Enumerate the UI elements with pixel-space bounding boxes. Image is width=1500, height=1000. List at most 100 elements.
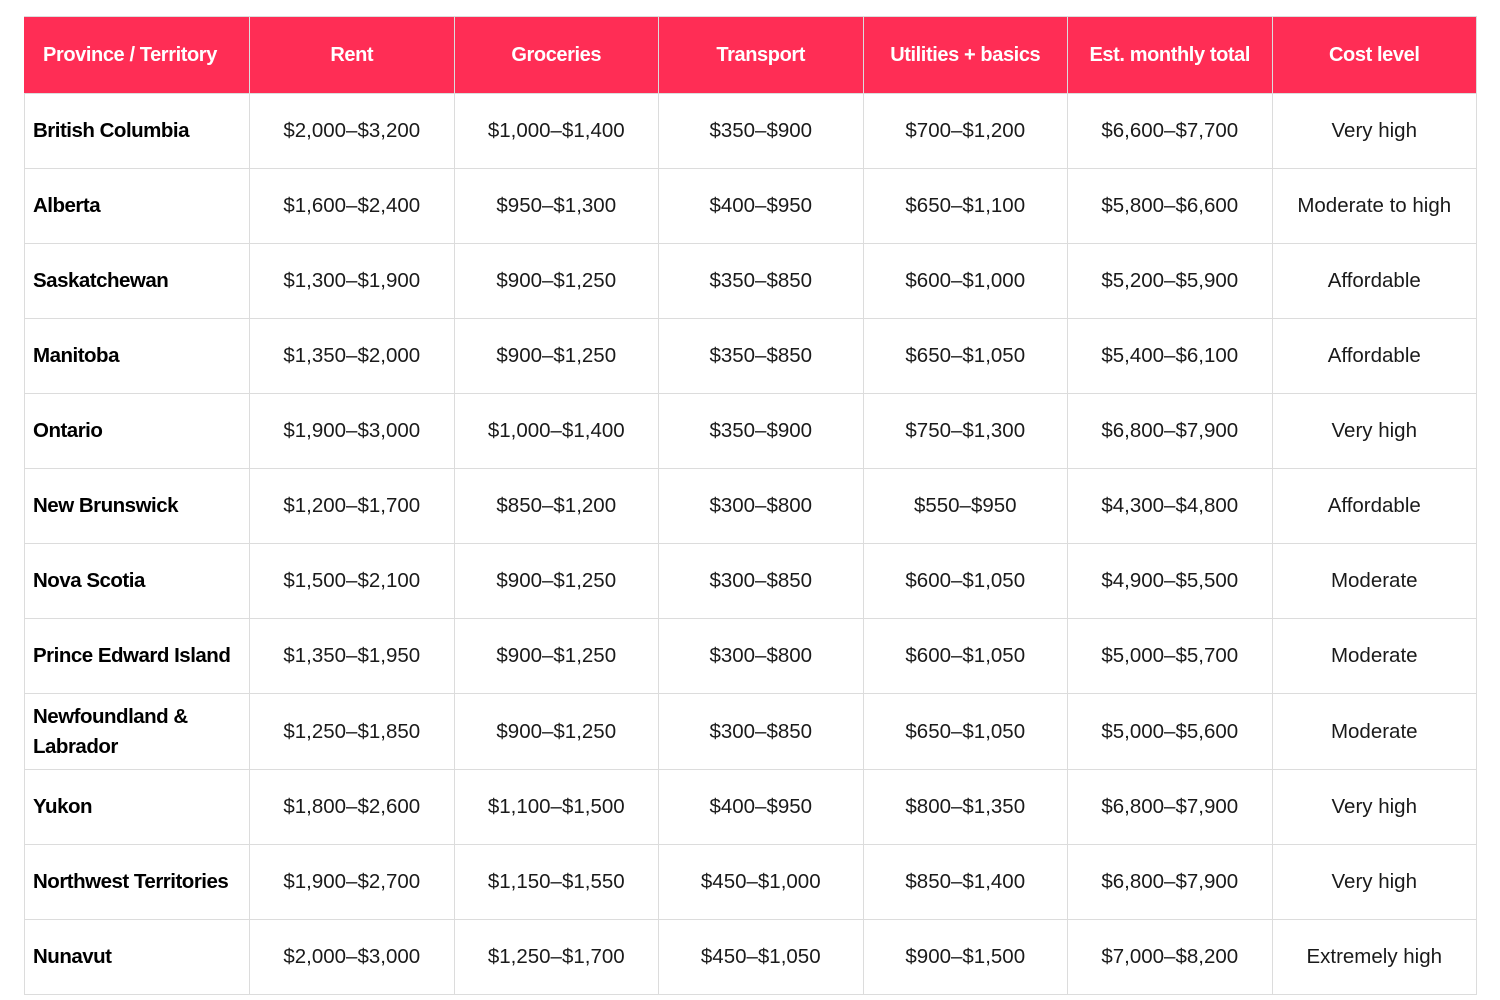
utilities-cell: $600–$1,000	[862, 243, 1068, 319]
table-row: British Columbia $2,000–$3,200 $1,000–$1,4…	[24, 93, 1477, 169]
cost-of-living-table-container: Province / Territory Rent Groceries Tran…	[24, 16, 1477, 995]
cost-level-cell: Very high	[1271, 393, 1477, 469]
groceries-cell: $1,000–$1,400	[453, 393, 659, 469]
utilities-cell: $900–$1,500	[862, 919, 1068, 995]
province-cell: Prince Edward Island	[24, 618, 250, 694]
groceries-cell: $1,150–$1,550	[453, 844, 659, 920]
rent-cell: $2,000–$3,000	[249, 919, 455, 995]
cost-level-cell: Moderate	[1271, 693, 1477, 770]
transport-cell: $350–$900	[658, 93, 864, 169]
utilities-cell: $550–$950	[862, 468, 1068, 544]
groceries-cell: $900–$1,250	[453, 618, 659, 694]
transport-cell: $300–$800	[658, 618, 864, 694]
utilities-cell: $700–$1,200	[862, 93, 1068, 169]
cost-level-cell: Moderate to high	[1271, 168, 1477, 244]
monthly-total-cell: $5,200–$5,900	[1067, 243, 1273, 319]
province-cell: Nova Scotia	[24, 543, 250, 619]
monthly-total-cell: $4,300–$4,800	[1067, 468, 1273, 544]
transport-cell: $300–$800	[658, 468, 864, 544]
transport-cell: $300–$850	[658, 693, 864, 770]
cost-of-living-table: Province / Territory Rent Groceries Tran…	[24, 16, 1477, 995]
rent-cell: $1,500–$2,100	[249, 543, 455, 619]
province-cell: Ontario	[24, 393, 250, 469]
province-cell: British Columbia	[24, 93, 250, 169]
table-row: Alberta $1,600–$2,400 $950–$1,300 $400–$950…	[24, 168, 1477, 244]
transport-cell: $350–$850	[658, 318, 864, 394]
table-row: Northwest Territories $1,900–$2,700 $1,150…	[24, 844, 1477, 920]
province-cell: Yukon	[24, 769, 250, 845]
transport-cell: $400–$950	[658, 168, 864, 244]
cost-level-cell: Affordable	[1271, 468, 1477, 544]
rent-cell: $1,600–$2,400	[249, 168, 455, 244]
cost-level-cell: Moderate	[1271, 543, 1477, 619]
rent-cell: $1,200–$1,700	[249, 468, 455, 544]
cost-level-cell: Affordable	[1271, 243, 1477, 319]
cost-level-cell: Very high	[1271, 93, 1477, 169]
groceries-cell: $1,250–$1,700	[453, 919, 659, 995]
rent-cell: $1,250–$1,850	[249, 693, 455, 770]
monthly-total-cell: $6,800–$7,900	[1067, 844, 1273, 920]
province-cell: Saskatchewan	[24, 243, 250, 319]
monthly-total-cell: $5,000–$5,700	[1067, 618, 1273, 694]
cost-level-cell: Extremely high	[1271, 919, 1477, 995]
table-row: Newfoundland & Labrador $1,250–$1,850 $900…	[24, 693, 1477, 770]
groceries-cell: $900–$1,250	[453, 693, 659, 770]
header-groceries: Groceries	[453, 16, 659, 94]
groceries-cell: $950–$1,300	[453, 168, 659, 244]
groceries-cell: $900–$1,250	[453, 243, 659, 319]
table-row: Nova Scotia $1,500–$2,100 $900–$1,250 $300–…	[24, 543, 1477, 619]
transport-cell: $400–$950	[658, 769, 864, 845]
province-cell: Newfoundland & Labrador	[24, 693, 250, 770]
groceries-cell: $1,100–$1,500	[453, 769, 659, 845]
utilities-cell: $750–$1,300	[862, 393, 1068, 469]
table-header: Province / Territory Rent Groceries Tran…	[24, 16, 1477, 94]
groceries-cell: $850–$1,200	[453, 468, 659, 544]
cost-level-cell: Very high	[1271, 769, 1477, 845]
transport-cell: $450–$1,000	[658, 844, 864, 920]
monthly-total-cell: $7,000–$8,200	[1067, 919, 1273, 995]
table-row: New Brunswick $1,200–$1,700 $850–$1,200 $30…	[24, 468, 1477, 544]
province-cell: New Brunswick	[24, 468, 250, 544]
monthly-total-cell: $4,900–$5,500	[1067, 543, 1273, 619]
header-province: Province / Territory	[24, 16, 250, 94]
utilities-cell: $850–$1,400	[862, 844, 1068, 920]
monthly-total-cell: $6,600–$7,700	[1067, 93, 1273, 169]
rent-cell: $1,900–$3,000	[249, 393, 455, 469]
monthly-total-cell: $5,000–$5,600	[1067, 693, 1273, 770]
header-rent: Rent	[249, 16, 455, 94]
groceries-cell: $1,000–$1,400	[453, 93, 659, 169]
table-row: Ontario $1,900–$3,000 $1,000–$1,400 $350–$9…	[24, 393, 1477, 469]
transport-cell: $450–$1,050	[658, 919, 864, 995]
groceries-cell: $900–$1,250	[453, 543, 659, 619]
table-row: Prince Edward Island $1,350–$1,950 $900–$1…	[24, 618, 1477, 694]
rent-cell: $1,900–$2,700	[249, 844, 455, 920]
transport-cell: $300–$850	[658, 543, 864, 619]
table-row: Manitoba $1,350–$2,000 $900–$1,250 $350–$85…	[24, 318, 1477, 394]
header-utilities: Utilities + basics	[862, 16, 1068, 94]
cost-level-cell: Affordable	[1271, 318, 1477, 394]
table-body: British Columbia $2,000–$3,200 $1,000–$1,4…	[24, 93, 1477, 995]
province-cell: Alberta	[24, 168, 250, 244]
province-cell: Northwest Territories	[24, 844, 250, 920]
utilities-cell: $600–$1,050	[862, 543, 1068, 619]
transport-cell: $350–$900	[658, 393, 864, 469]
transport-cell: $350–$850	[658, 243, 864, 319]
header-transport: Transport	[658, 16, 864, 94]
rent-cell: $1,300–$1,900	[249, 243, 455, 319]
cost-level-cell: Very high	[1271, 844, 1477, 920]
table-row: Nunavut $2,000–$3,000 $1,250–$1,700 $450–$1…	[24, 919, 1477, 995]
utilities-cell: $800–$1,350	[862, 769, 1068, 845]
header-row: Province / Territory Rent Groceries Tran…	[24, 16, 1477, 94]
monthly-total-cell: $5,800–$6,600	[1067, 168, 1273, 244]
utilities-cell: $650–$1,050	[862, 693, 1068, 770]
monthly-total-cell: $5,400–$6,100	[1067, 318, 1273, 394]
rent-cell: $1,800–$2,600	[249, 769, 455, 845]
utilities-cell: $650–$1,050	[862, 318, 1068, 394]
table-row: Saskatchewan $1,300–$1,900 $900–$1,250 $350…	[24, 243, 1477, 319]
utilities-cell: $600–$1,050	[862, 618, 1068, 694]
table-row: Yukon $1,800–$2,600 $1,100–$1,500 $400–$950…	[24, 769, 1477, 845]
cost-level-cell: Moderate	[1271, 618, 1477, 694]
province-cell: Manitoba	[24, 318, 250, 394]
monthly-total-cell: $6,800–$7,900	[1067, 393, 1273, 469]
utilities-cell: $650–$1,100	[862, 168, 1068, 244]
